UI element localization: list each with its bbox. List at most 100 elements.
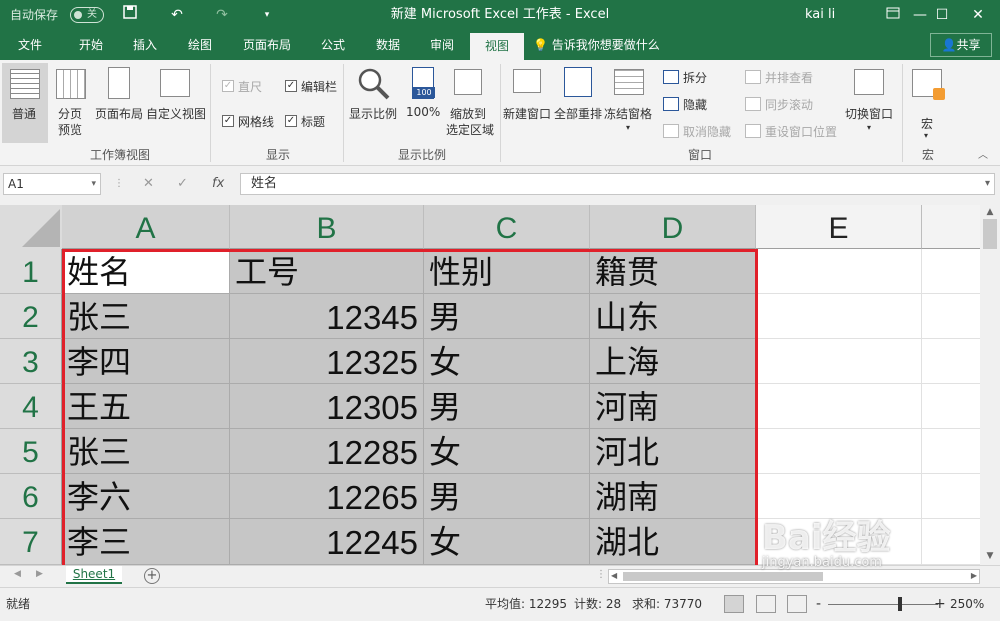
sync-scroll-button[interactable]: 同步滚动 xyxy=(765,96,813,113)
cell-c4[interactable]: 男 xyxy=(424,384,590,429)
headings-checkbox[interactable]: ✓ xyxy=(285,115,297,127)
unhide-button[interactable]: 取消隐藏 xyxy=(683,123,731,140)
horizontal-scrollbar[interactable]: ◀ ▶ xyxy=(608,569,980,584)
page-break-view-icon[interactable] xyxy=(787,595,807,613)
freeze-panes-button[interactable]: 冻结窗格 ▾ xyxy=(604,63,656,143)
worksheet-grid[interactable]: A B C D E 1 姓名 工号 性别 籍贯 2 张三 12345 男 山东 … xyxy=(0,205,980,565)
cell-f5[interactable] xyxy=(922,429,980,474)
sheet-tab-sheet1[interactable]: Sheet1 xyxy=(66,566,122,584)
tell-me-box[interactable]: 💡 告诉我你想要做什么 xyxy=(533,30,660,60)
cancel-icon[interactable]: ✕ xyxy=(143,173,154,195)
cell-d4[interactable]: 河南 xyxy=(590,384,756,429)
normal-view-icon[interactable] xyxy=(724,595,744,613)
tab-home[interactable]: 开始 xyxy=(74,30,108,60)
cell-e3[interactable] xyxy=(756,339,922,384)
cell-b7[interactable]: 12245 xyxy=(230,519,424,565)
tab-page-layout[interactable]: 页面布局 xyxy=(238,30,296,60)
scroll-right-icon[interactable]: ▶ xyxy=(971,571,977,580)
zoom-slider-thumb[interactable] xyxy=(898,597,902,611)
cell-c1[interactable]: 性别 xyxy=(424,249,590,294)
ruler-checkbox[interactable]: ✓ xyxy=(222,80,234,92)
column-header-d[interactable]: D xyxy=(590,205,756,249)
cell-c5[interactable]: 女 xyxy=(424,429,590,474)
cell-b2[interactable]: 12345 xyxy=(230,294,424,339)
customize-toolbar-icon[interactable]: ▾ xyxy=(257,5,277,25)
column-header-c[interactable]: C xyxy=(424,205,590,249)
macros-button[interactable]: 宏 ▾ xyxy=(906,63,950,143)
tab-insert[interactable]: 插入 xyxy=(128,30,162,60)
cell-a4[interactable]: 王五 xyxy=(62,384,230,429)
cell-f1[interactable] xyxy=(922,249,980,294)
collapse-ribbon-icon[interactable]: ︿ xyxy=(978,146,988,161)
tab-review[interactable]: 审阅 xyxy=(425,30,459,60)
cell-b1[interactable]: 工号 xyxy=(230,249,424,294)
sheet-next-icon[interactable]: ▶ xyxy=(36,569,43,579)
column-header-f[interactable] xyxy=(922,205,980,249)
cell-e4[interactable] xyxy=(756,384,922,429)
column-header-a[interactable]: A xyxy=(62,205,230,249)
cell-e7[interactable] xyxy=(756,519,922,565)
formula-bar-checkbox[interactable]: ✓ xyxy=(285,80,297,92)
cell-d1[interactable]: 籍贯 xyxy=(590,249,756,294)
cell-c6[interactable]: 男 xyxy=(424,474,590,519)
cell-a1[interactable]: 姓名 xyxy=(62,249,230,294)
hide-button[interactable]: 隐藏 xyxy=(683,96,707,113)
scroll-left-icon[interactable]: ◀ xyxy=(611,571,617,580)
zoom-out-icon[interactable]: - xyxy=(816,588,821,620)
column-header-b[interactable]: B xyxy=(230,205,424,249)
page-layout-button[interactable]: 页面布局 xyxy=(94,63,144,143)
custom-views-button[interactable]: 自定义视图 xyxy=(146,63,206,143)
tab-splitter-icon[interactable]: ⋮ xyxy=(596,569,606,580)
cell-e1[interactable] xyxy=(756,249,922,294)
row-header-6[interactable]: 6 xyxy=(0,474,62,519)
tab-draw[interactable]: 绘图 xyxy=(183,30,217,60)
sum-value[interactable]: 求和: 73770 xyxy=(632,588,702,620)
add-sheet-icon[interactable]: + xyxy=(144,568,160,584)
cell-e6[interactable] xyxy=(756,474,922,519)
scroll-up-icon[interactable]: ▲ xyxy=(980,207,1000,217)
zoom-100-button[interactable]: 100 100% xyxy=(402,63,442,143)
cell-d3[interactable]: 上海 xyxy=(590,339,756,384)
zoom-level[interactable]: 250% xyxy=(950,588,984,620)
cell-a3[interactable]: 李四 xyxy=(62,339,230,384)
column-header-e[interactable]: E xyxy=(756,205,922,249)
cell-c2[interactable]: 男 xyxy=(424,294,590,339)
zoom-to-selection-button[interactable]: 缩放到 选定区域 xyxy=(444,63,496,143)
gridlines-checkbox[interactable]: ✓ xyxy=(222,115,234,127)
insert-function-icon[interactable]: fx xyxy=(212,173,224,195)
vertical-scroll-thumb[interactable] xyxy=(983,219,997,249)
cell-e2[interactable] xyxy=(756,294,922,339)
cell-b6[interactable]: 12265 xyxy=(230,474,424,519)
cell-d7[interactable]: 湖北 xyxy=(590,519,756,565)
row-header-2[interactable]: 2 xyxy=(0,294,62,339)
enter-icon[interactable]: ✓ xyxy=(177,173,188,195)
cell-d6[interactable]: 湖南 xyxy=(590,474,756,519)
cell-a5[interactable]: 张三 xyxy=(62,429,230,474)
autosave-toggle[interactable]: 关 xyxy=(70,7,104,23)
tab-file[interactable]: 文件 xyxy=(14,30,46,60)
tab-formulas[interactable]: 公式 xyxy=(316,30,350,60)
formula-input[interactable]: 姓名 ▾ xyxy=(240,173,995,195)
page-layout-view-icon[interactable] xyxy=(756,595,776,613)
switch-windows-button[interactable]: 切换窗口 ▾ xyxy=(842,63,898,143)
cell-a2[interactable]: 张三 xyxy=(62,294,230,339)
cell-d2[interactable]: 山东 xyxy=(590,294,756,339)
scroll-down-icon[interactable]: ▼ xyxy=(980,551,1000,561)
row-header-5[interactable]: 5 xyxy=(0,429,62,474)
cell-a6[interactable]: 李六 xyxy=(62,474,230,519)
maximize-icon[interactable]: ☐ xyxy=(922,0,962,30)
count-value[interactable]: 计数: 28 xyxy=(574,588,621,620)
side-by-side-button[interactable]: 并排查看 xyxy=(765,69,813,86)
cell-f7[interactable] xyxy=(922,519,980,565)
cell-b5[interactable]: 12285 xyxy=(230,429,424,474)
cell-e5[interactable] xyxy=(756,429,922,474)
chevron-down-icon[interactable]: ▾ xyxy=(91,174,96,194)
vertical-scrollbar[interactable]: ▲ ▼ xyxy=(980,205,1000,565)
average-value[interactable]: 平均值: 12295 xyxy=(485,588,567,620)
row-header-4[interactable]: 4 xyxy=(0,384,62,429)
redo-icon[interactable]: ↷ xyxy=(212,5,232,25)
name-box[interactable]: A1 ▾ xyxy=(3,173,101,195)
sheet-prev-icon[interactable]: ◀ xyxy=(14,569,21,579)
close-icon[interactable]: ✕ xyxy=(958,0,998,30)
new-window-button[interactable]: 新建窗口 xyxy=(503,63,553,143)
